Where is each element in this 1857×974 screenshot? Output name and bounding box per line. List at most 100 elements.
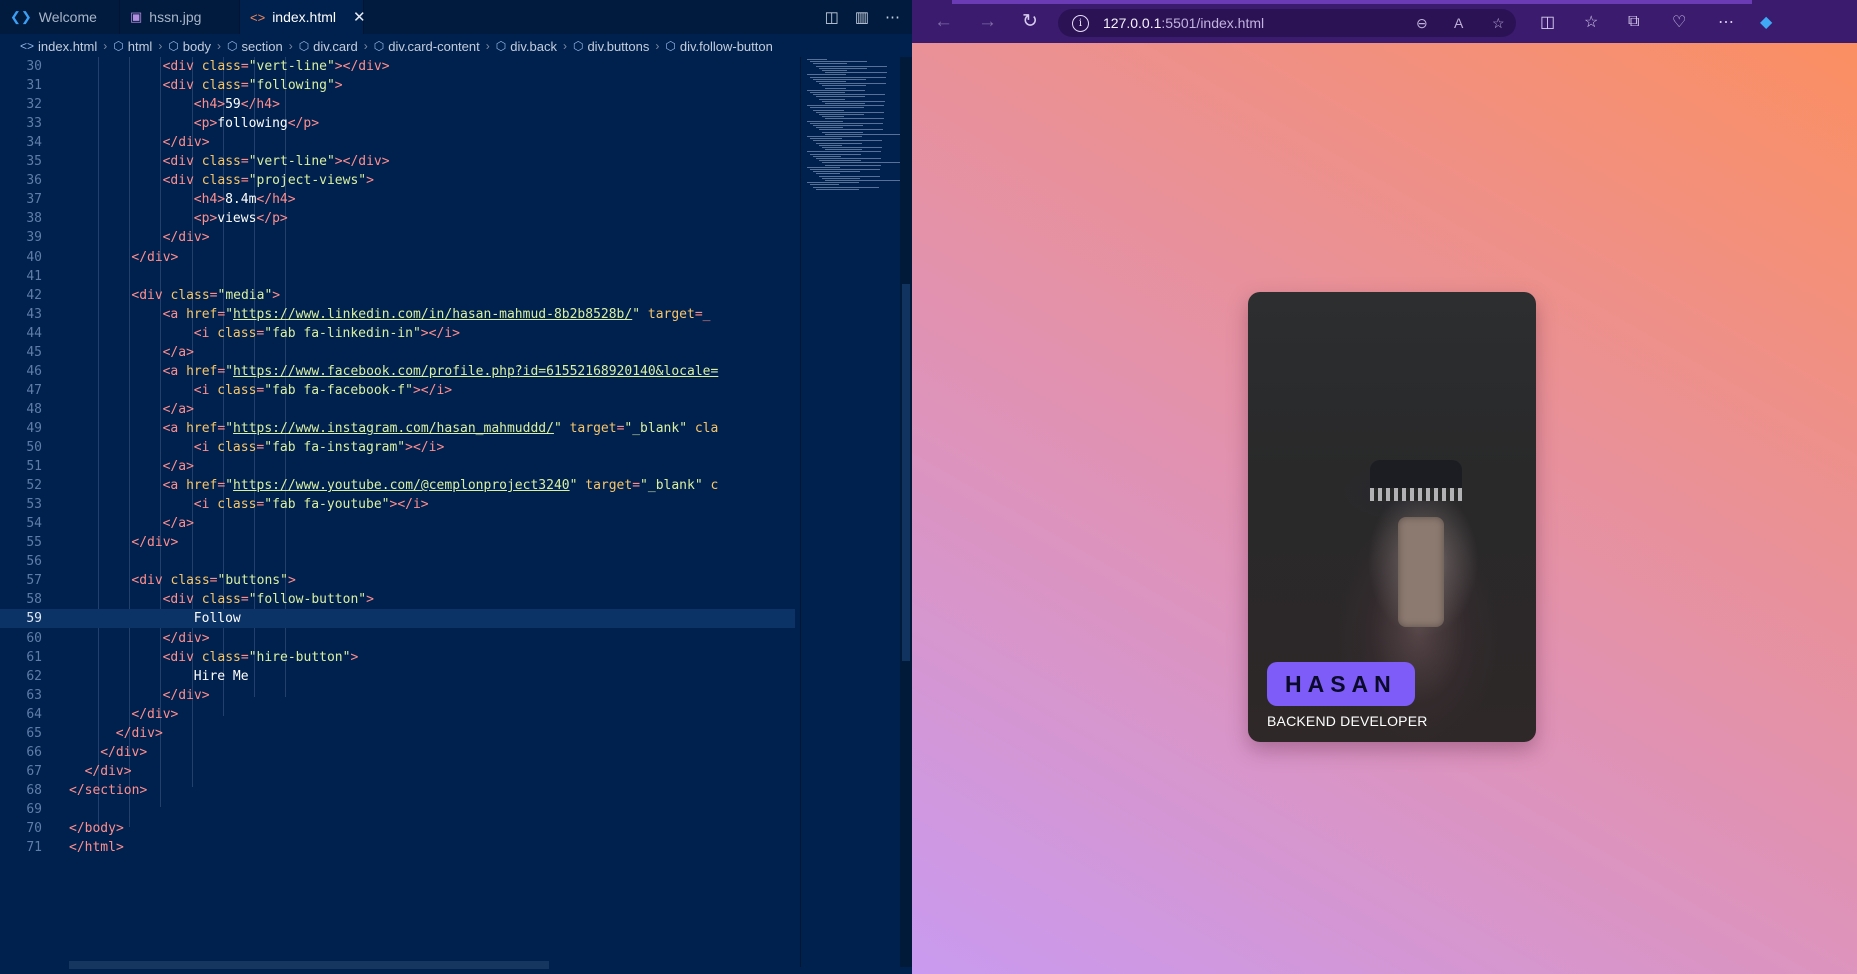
code-line[interactable]: 39 </div> xyxy=(0,228,795,247)
code-line[interactable]: 31 <div class="following"> xyxy=(0,76,795,95)
code-line[interactable]: 65 </div> xyxy=(0,724,795,743)
code-area[interactable]: 30 <div class="vert-line"></div> 31 <div cl… xyxy=(0,57,795,967)
code-line[interactable]: 45 </a> xyxy=(0,343,795,362)
refresh-icon[interactable]: ↻ xyxy=(1022,0,1038,43)
code-token[interactable]: https://www.youtube.com/@cemplonproject3… xyxy=(233,478,570,493)
code-line[interactable]: 53 <i class="fab fa-youtube"></i> xyxy=(0,495,795,514)
code-line[interactable]: 69 xyxy=(0,800,795,819)
profile-card[interactable]: HASAN BACKEND DEVELOPER xyxy=(1248,292,1536,742)
copilot-icon[interactable]: ◆ xyxy=(1760,0,1772,43)
breadcrumb-item[interactable]: ⬡ div.back xyxy=(496,39,557,54)
code-line[interactable]: 37 <h4>8.4m</h4> xyxy=(0,190,795,209)
code-line[interactable]: 57 <div class="buttons"> xyxy=(0,571,795,590)
code-text: <h4>8.4m</h4> xyxy=(194,190,296,209)
code-token: < xyxy=(193,325,202,341)
code-line[interactable]: 49 <a href="https://www.instagram.com/has… xyxy=(0,419,795,438)
split-screen-icon[interactable]: ◫ xyxy=(1540,0,1555,43)
code-line[interactable]: 46 <a href="https://www.facebook.com/prof… xyxy=(0,362,795,381)
vertical-scrollbar[interactable] xyxy=(900,57,912,967)
code-token: </ xyxy=(162,459,179,475)
code-line[interactable]: 71 </html> xyxy=(0,838,795,857)
code-line[interactable]: 60 </div> xyxy=(0,629,795,648)
collections-icon[interactable]: ⧉ xyxy=(1628,0,1639,43)
code-line[interactable]: 62 Hire Me xyxy=(0,667,795,686)
breadcrumb-item[interactable]: ⬡ section xyxy=(227,39,283,54)
browser-essentials-icon[interactable]: ♡ xyxy=(1672,0,1686,43)
breadcrumb-item[interactable]: ⬡ body xyxy=(168,39,211,54)
code-line[interactable]: 42 <div class="media"> xyxy=(0,286,795,305)
code-line[interactable]: 35 <div class="vert-line"></div> xyxy=(0,152,795,171)
code-line[interactable]: 67 </div> xyxy=(0,762,795,781)
code-token: div xyxy=(170,59,194,74)
breadcrumb-item[interactable]: ⬡ div.card-content xyxy=(374,39,480,54)
more-actions-icon[interactable]: ⋯ xyxy=(885,8,900,26)
code-line[interactable]: 70 </body> xyxy=(0,819,795,838)
code-line[interactable]: 68 </section> xyxy=(0,781,795,800)
settings-more-icon[interactable]: ⋯ xyxy=(1718,0,1734,43)
code-line[interactable]: 64 </div> xyxy=(0,705,795,724)
code-token: = xyxy=(209,573,218,589)
code-token[interactable]: https://www.instagram.com/hasan_mahmuddd… xyxy=(233,421,554,436)
tab-index-html[interactable]: <> index.html ✕ xyxy=(240,0,366,34)
code-line[interactable]: 32 <h4>59</h4> xyxy=(0,95,795,114)
code-line[interactable]: 44 <i class="fab fa-linkedin-in"></i> xyxy=(0,324,795,343)
line-number: 61 xyxy=(26,649,42,665)
code-token[interactable]: https://www.facebook.com/profile.php?id=… xyxy=(233,364,718,379)
code-token: div xyxy=(139,573,163,589)
code-line[interactable]: 38 <p>views</p> xyxy=(0,209,795,228)
address-bar[interactable]: i 127.0.0.1:5501/index.html ⊖ A ☆ xyxy=(1058,9,1516,37)
code-line[interactable]: 58 <div class="follow-button"> xyxy=(0,590,795,609)
info-icon[interactable]: i xyxy=(1072,14,1089,32)
breadcrumb-label: html xyxy=(127,38,153,54)
code-line[interactable]: 63 </div> xyxy=(0,686,795,705)
code-line[interactable]: 47 <i class="fab fa-facebook-f"></i> xyxy=(0,381,795,400)
forward-arrow-icon[interactable]: → xyxy=(978,0,997,43)
tab-welcome[interactable]: ❮❯ Welcome xyxy=(0,0,120,34)
code-line[interactable]: 40 </div> xyxy=(0,248,795,267)
breadcrumb-item[interactable]: ⬡ div.card xyxy=(299,39,358,54)
code-line[interactable]: 33 <p>following</p> xyxy=(0,114,795,133)
back-arrow-icon[interactable]: ← xyxy=(934,0,953,43)
horizontal-scrollbar[interactable] xyxy=(69,961,549,969)
code-token: " xyxy=(225,306,234,322)
close-icon[interactable]: ✕ xyxy=(353,8,366,26)
favorites-icon[interactable]: ☆ xyxy=(1584,0,1598,43)
code-line[interactable]: 61 <div class="hire-button"> xyxy=(0,648,795,667)
code-line[interactable]: 50 <i class="fab fa-instagram"></i> xyxy=(0,438,795,457)
breadcrumb-item[interactable]: ⬡ div.buttons xyxy=(573,39,649,54)
scrollbar-thumb[interactable] xyxy=(902,284,910,661)
code-text: </body> xyxy=(69,819,124,838)
code-line[interactable]: 54 </a> xyxy=(0,514,795,533)
code-line[interactable]: 66 </div> xyxy=(0,743,795,762)
line-number: 48 xyxy=(26,401,42,417)
breadcrumb-item[interactable]: ⬡ html xyxy=(113,39,152,54)
code-token: class xyxy=(162,573,210,589)
tab-hssn-jpg[interactable]: ▣ hssn.jpg xyxy=(120,0,240,34)
read-aloud-icon[interactable]: A xyxy=(1454,9,1463,37)
element-icon: ⬡ xyxy=(665,39,676,53)
code-line[interactable]: 55 </div> xyxy=(0,533,795,552)
zoom-out-icon[interactable]: ⊖ xyxy=(1416,9,1428,37)
code-token: class xyxy=(193,78,241,94)
code-line[interactable]: 36 <div class="project-views"> xyxy=(0,171,795,190)
code-line[interactable]: 52 <a href="https://www.youtube.com/@cemp… xyxy=(0,476,795,495)
breadcrumb-item[interactable]: ⬡ div.follow-button xyxy=(665,39,772,54)
code-line[interactable]: 51 </a> xyxy=(0,457,795,476)
open-preview-icon[interactable]: ◫ xyxy=(825,8,839,26)
favorite-star-icon[interactable]: ☆ xyxy=(1492,9,1505,37)
split-editor-icon[interactable]: ▥ xyxy=(855,8,869,26)
code-line[interactable]: 56 xyxy=(0,552,795,571)
code-line[interactable]: 48 </a> xyxy=(0,400,795,419)
breadcrumb-item[interactable]: <> index.html xyxy=(20,39,97,54)
code-token[interactable]: https://www.linkedin.com/in/hasan-mahmud… xyxy=(233,307,632,322)
code-token: "following" xyxy=(248,78,335,94)
code-token: href xyxy=(178,363,218,379)
code-line[interactable]: 59 Follow xyxy=(0,609,795,629)
code-token: > xyxy=(154,725,163,741)
code-line[interactable]: 43 <a href="https://www.linkedin.com/in/h… xyxy=(0,305,795,324)
code-line[interactable]: 34 </div> xyxy=(0,133,795,152)
code-token: "vert-line" xyxy=(248,154,335,170)
minimap[interactable] xyxy=(800,57,903,967)
code-line[interactable]: 41 xyxy=(0,267,795,286)
code-line[interactable]: 30 <div class="vert-line"></div> xyxy=(0,57,795,76)
